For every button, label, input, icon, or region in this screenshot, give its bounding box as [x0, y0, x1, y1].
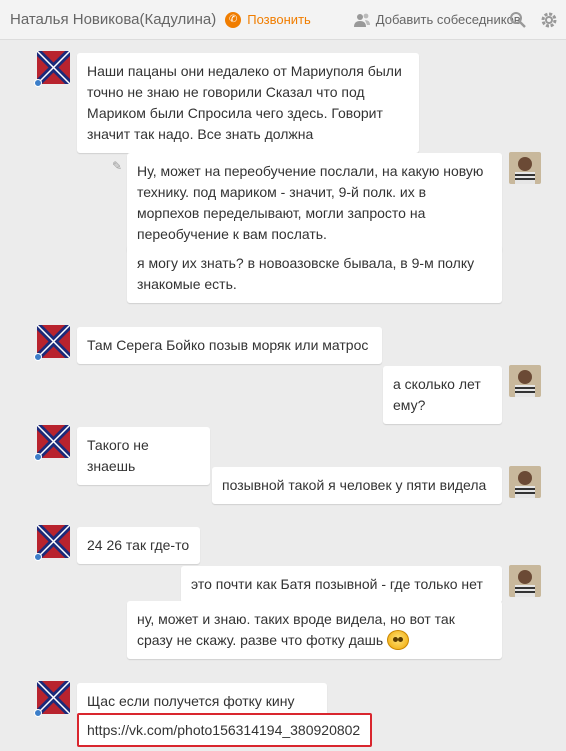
online-indicator [34, 79, 42, 87]
avatar[interactable] [34, 322, 73, 361]
message-outgoing[interactable]: это почти как Батя позывной - где только… [181, 566, 502, 603]
message-incoming[interactable]: Такого не знаешь [77, 427, 210, 485]
add-people-icon [353, 13, 370, 27]
flag-avatar-icon [34, 422, 73, 461]
message-outgoing[interactable]: позывной такой я человек у пяти видела [212, 467, 502, 504]
message-outgoing[interactable]: Ну, может на переобучение послали, на ка… [127, 153, 502, 253]
call-button[interactable]: ✆ Позвонить [225, 11, 311, 28]
online-indicator [34, 353, 42, 361]
message-incoming[interactable]: Наши пацаны они недалеко от Мариуполя бы… [77, 53, 419, 153]
avatar[interactable] [34, 422, 73, 461]
pencil-icon[interactable]: ✎ [112, 159, 122, 173]
flag-avatar-icon [34, 678, 73, 717]
message-incoming[interactable]: 24 26 так где-то [77, 527, 200, 564]
online-indicator [34, 453, 42, 461]
message-outgoing[interactable]: ну, может и знаю. таких вроде видела, но… [127, 601, 502, 659]
user-photo-icon [509, 152, 541, 184]
message-list[interactable]: Наши пацаны они недалеко от Мариуполя бы… [0, 41, 566, 751]
flag-avatar-icon [34, 48, 73, 87]
user-photo-icon [509, 466, 541, 498]
gear-icon[interactable] [540, 11, 558, 29]
message-outgoing[interactable]: я могу их знать? в новоазовске бывала, в… [127, 245, 502, 303]
call-label: Позвонить [247, 12, 311, 27]
avatar[interactable] [34, 48, 73, 87]
avatar[interactable] [509, 365, 541, 397]
chat-header: Наталья Новикова(Кадулина) ✆ Позвонить Д… [0, 0, 566, 40]
avatar[interactable] [34, 678, 73, 717]
add-participants-label: Добавить собеседников [375, 12, 521, 27]
message-incoming[interactable]: Там Серега Бойко позыв моряк или матрос [77, 327, 382, 364]
message-outgoing[interactable]: а сколько лет ему? [383, 366, 502, 424]
smiley-emoji-icon [387, 630, 410, 650]
phone-icon: ✆ [225, 11, 242, 28]
search-icon[interactable] [509, 11, 527, 29]
avatar[interactable] [509, 152, 541, 184]
flag-avatar-icon [34, 522, 73, 561]
online-indicator [34, 709, 42, 717]
avatar[interactable] [509, 466, 541, 498]
user-photo-icon [509, 565, 541, 597]
avatar[interactable] [34, 522, 73, 561]
user-photo-icon [509, 365, 541, 397]
message-link[interactable]: https://vk.com/photo156314194_380920802 [77, 713, 372, 747]
flag-avatar-icon [34, 322, 73, 361]
avatar[interactable] [509, 565, 541, 597]
add-participants-button[interactable]: Добавить собеседников [353, 12, 521, 27]
online-indicator [34, 553, 42, 561]
contact-name[interactable]: Наталья Новикова(Кадулина) [10, 11, 216, 28]
